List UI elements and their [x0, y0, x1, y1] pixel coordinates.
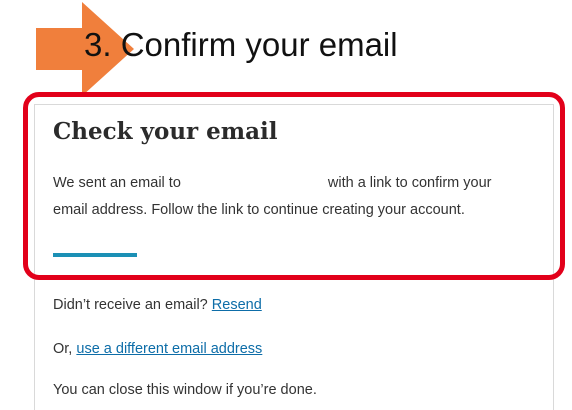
close-window-note: You can close this window if you’re done…	[53, 382, 317, 398]
sent-prefix: We sent an email to	[53, 175, 181, 191]
or-text: Or,	[53, 341, 73, 357]
resend-row: Didn’t receive an email? Resend	[53, 295, 262, 315]
sent-message-line2: email address. Follow the link to contin…	[53, 202, 465, 218]
sent-message-line1: We sent an email to with a link to confir…	[53, 173, 491, 193]
progress-bar	[53, 253, 137, 257]
different-email-link[interactable]: use a different email address	[76, 341, 262, 357]
no-email-text: Didn’t receive an email?	[53, 297, 208, 313]
step-title: 3. Confirm your email	[84, 26, 398, 63]
card-heading: Check your email	[53, 118, 278, 145]
slide: 3. Confirm your email Check your email W…	[0, 0, 572, 410]
resend-link[interactable]: Resend	[212, 297, 262, 313]
different-email-row: Or, use a different email address	[53, 339, 262, 359]
sent-suffix: with a link to confirm your	[327, 175, 492, 191]
